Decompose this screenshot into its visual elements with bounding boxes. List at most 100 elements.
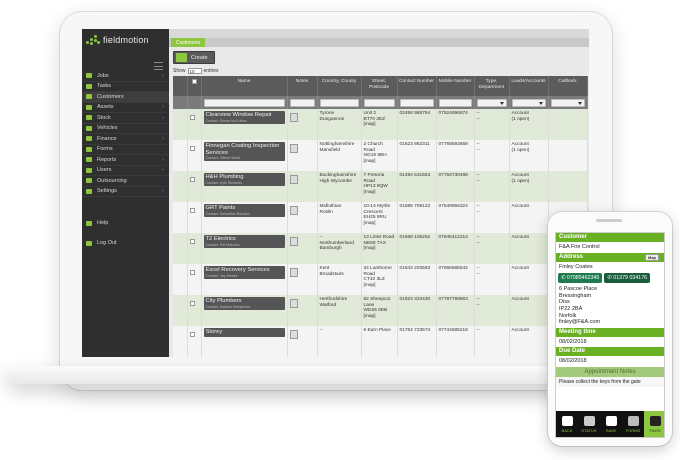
customer-name-badge[interactable]: GRT Paints Contact: Sebastian Boulden <box>203 204 285 217</box>
customer-name-badge[interactable]: Clearview Window Repair Contact: Simon Mc… <box>203 111 285 124</box>
toolbar: Create <box>169 47 589 67</box>
mobile-number-cell: 07548956324 <box>436 202 475 233</box>
table-row[interactable]: T2 Electrics Contact: Pat Malcolm -- North… <box>173 233 588 264</box>
note-icon[interactable] <box>289 268 298 277</box>
customer-name-badge[interactable]: Excel Recovery Services Contact: Jay Week… <box>203 266 285 279</box>
sidebar-item-reports[interactable]: Reports ‹ <box>82 155 169 166</box>
county-filter-input[interactable] <box>319 98 359 107</box>
reports-icon <box>86 157 92 163</box>
vehicles-icon <box>86 125 92 131</box>
column-header-type[interactable]: Type, Department <box>474 76 510 96</box>
note-icon[interactable] <box>289 206 298 215</box>
sidebar-item-finance[interactable]: Finance ‹ <box>82 134 169 145</box>
table-row[interactable]: Finnegan Coating Inspection Services Cont… <box>173 140 588 171</box>
row-checkbox[interactable] <box>189 115 195 120</box>
table-row[interactable]: Storey -- 6 Earn Place 01764 723574 07744585… <box>173 326 588 357</box>
call-phone1-button[interactable]: ✆ 07985462345 <box>558 273 603 284</box>
table-row[interactable]: City Plumbers Contact: Andrew Humphries He… <box>173 295 588 326</box>
table-row[interactable]: Excel Recovery Services Contact: Jay Week… <box>173 264 588 295</box>
bottom-bar-label: FORMS <box>625 427 641 433</box>
app-logo: fieldmotion <box>82 29 169 51</box>
column-header-county[interactable]: Country, County <box>317 76 362 96</box>
column-header-street[interactable]: Street, Postcode <box>361 76 398 96</box>
sidebar-item-forms[interactable]: Forms <box>82 145 169 155</box>
map-button[interactable]: Map <box>645 253 659 261</box>
type-filter-select[interactable] <box>476 98 507 107</box>
table-row[interactable]: H&H Plumbing Contact: Kyle Richards Buckin… <box>173 171 588 202</box>
column-header-name[interactable]: Name <box>201 76 288 96</box>
row-checkbox[interactable] <box>189 177 195 182</box>
name-filter-input[interactable] <box>203 98 285 107</box>
row-checkbox[interactable] <box>189 208 195 213</box>
create-button[interactable]: Create <box>173 51 215 64</box>
leads-filter-select[interactable] <box>511 98 546 107</box>
name-cell: T2 Electrics Contact: Pat Malcolm <box>201 233 288 264</box>
sidebar-item-help[interactable]: Help <box>82 217 169 229</box>
mobile-filter-input[interactable] <box>438 98 472 107</box>
bottom-bar-status-button[interactable]: STATUS <box>578 411 600 437</box>
column-header-leads[interactable]: Leads/Accounts <box>509 76 549 96</box>
tab-customers[interactable]: Customers <box>171 38 206 47</box>
sidebar-item-jobs[interactable]: Jobs ‹ <box>82 71 169 82</box>
callback-filter-select[interactable] <box>550 98 585 107</box>
row-checkbox[interactable] <box>189 270 195 275</box>
note-icon[interactable] <box>289 299 298 308</box>
type-cell: -- -- <box>474 109 510 140</box>
sidebar-item-vehicles[interactable]: Vehicles <box>82 124 169 134</box>
customer-name-badge[interactable]: Finnegan Coating Inspection Services Cont… <box>203 142 285 162</box>
customer-name-badge[interactable]: H&H Plumbing Contact: Kyle Richards <box>203 173 285 186</box>
filter-row <box>173 96 588 109</box>
app-name: fieldmotion <box>103 35 149 45</box>
row-checkbox[interactable] <box>189 301 195 306</box>
sidebar-item-logout[interactable]: Log Out <box>82 237 169 249</box>
bottom-bar-back-button[interactable]: BACK <box>556 411 578 437</box>
customer-name-badge[interactable]: City Plumbers Contact: Andrew Humphries <box>203 297 285 310</box>
sidebar-item-outsourcing[interactable]: Outsourcing <box>82 176 169 187</box>
notes-section-label[interactable]: Appointment Notes <box>556 366 664 377</box>
call-phone2-button[interactable]: ✆ 01379 034176 <box>604 273 651 284</box>
note-icon[interactable] <box>289 144 298 153</box>
sidebar-item-settings[interactable]: Settings ‹ <box>82 187 169 197</box>
column-header-contact[interactable]: Contact Number <box>397 76 437 96</box>
sidebar-nav: Jobs ‹ Tasks Customers Assets ‹ Stock ‹ Vehicles… <box>82 71 169 197</box>
customer-name-badge[interactable]: Storey <box>203 328 285 337</box>
bottom-bar-files-button[interactable]: FILES <box>644 411 664 437</box>
contact-filter-input[interactable] <box>399 98 434 107</box>
row-checkbox[interactable] <box>189 146 195 151</box>
select-all-checkbox[interactable] <box>191 79 197 84</box>
sidebar-item-tasks[interactable]: Tasks <box>82 82 169 92</box>
sidebar-item-customers[interactable]: Customers <box>82 92 169 103</box>
table-header: Name Notes Country, County Street, Postc… <box>173 76 588 96</box>
note-icon[interactable] <box>289 175 298 184</box>
notes-filter-input[interactable] <box>289 98 315 107</box>
address-section-header: Address Map <box>556 252 664 262</box>
sidebar-item-users[interactable]: Users ‹ <box>82 166 169 176</box>
customer-section-label: Customer <box>556 233 664 242</box>
note-icon[interactable] <box>289 330 298 339</box>
leads-cell: Account (1 open) <box>509 140 549 171</box>
column-header-callback[interactable]: Callback <box>548 76 588 96</box>
note-icon[interactable] <box>289 237 298 246</box>
bottom-bar-save-button[interactable]: SAVE <box>600 411 622 437</box>
sidebar-item-assets[interactable]: Assets ‹ <box>82 103 169 113</box>
save-icon <box>605 415 617 426</box>
column-header-spacer <box>173 76 188 96</box>
column-header-notes[interactable]: Notes <box>287 76 318 96</box>
entries-select[interactable]: 10 <box>187 68 202 74</box>
entries-control: Show 10 entries <box>169 67 589 75</box>
row-checkbox[interactable] <box>189 332 195 337</box>
tasks-icon <box>86 83 92 89</box>
note-icon[interactable] <box>289 113 298 122</box>
row-checkbox[interactable] <box>189 239 195 244</box>
sidebar-item-stock[interactable]: Stock ‹ <box>82 113 169 124</box>
sidebar-item-label: Vehicles <box>97 125 118 132</box>
street-filter-input[interactable] <box>363 98 395 107</box>
row-spacer <box>173 326 188 357</box>
leads-cell: Account (1 open) <box>509 109 549 140</box>
bottom-bar-forms-button[interactable]: FORMS <box>622 411 644 437</box>
table-row[interactable]: GRT Paints Contact: Sebastian Boulden Midl… <box>173 202 588 233</box>
column-header-mobile[interactable]: Mobile Number <box>436 76 475 96</box>
menu-toggle-icon[interactable] <box>154 62 163 70</box>
table-row[interactable]: Clearview Window Repair Contact: Simon Mc… <box>173 109 588 140</box>
customer-name-badge[interactable]: T2 Electrics Contact: Pat Malcolm <box>203 235 285 248</box>
